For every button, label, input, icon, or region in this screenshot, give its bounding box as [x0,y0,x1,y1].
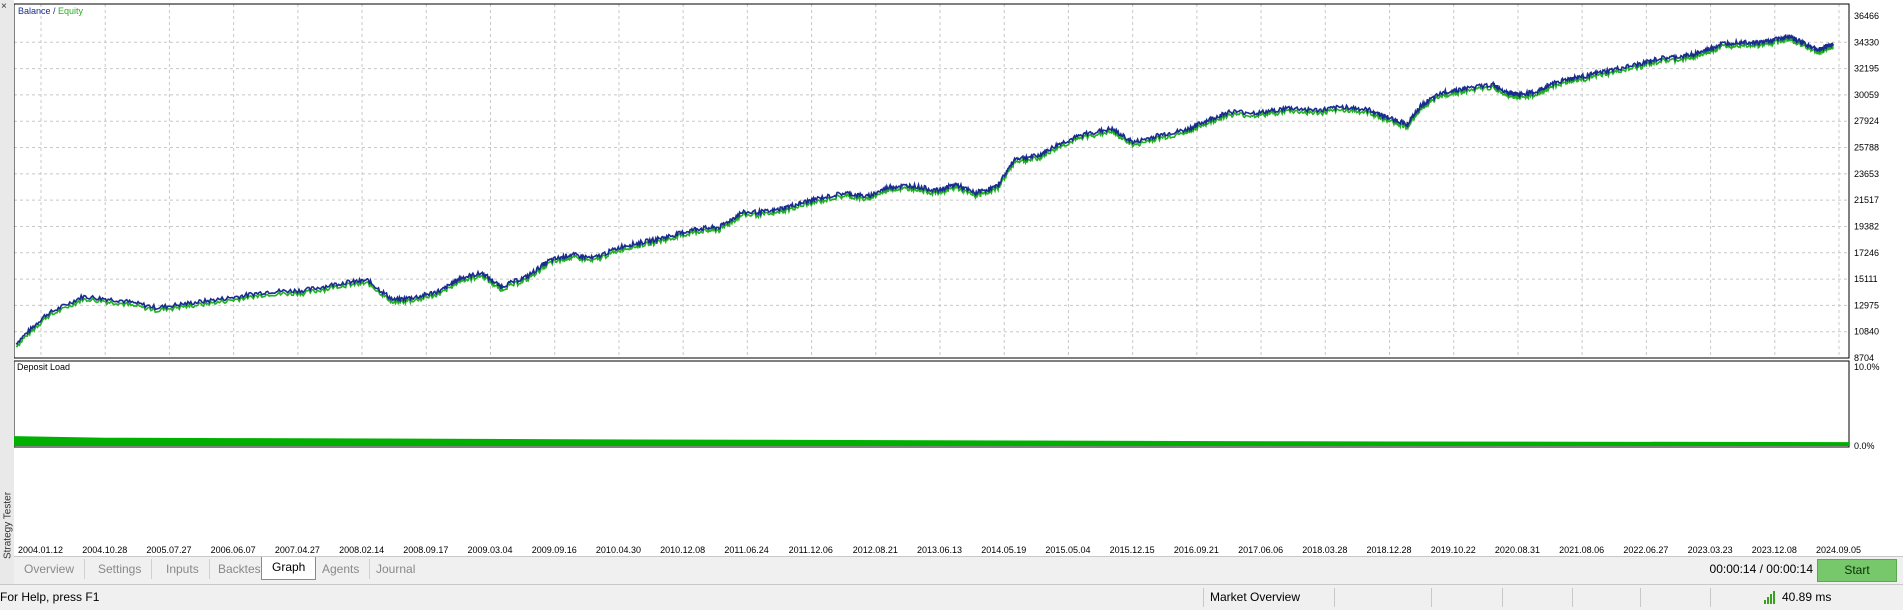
tab-agents[interactable]: Agents [312,559,371,579]
tab-inputs[interactable]: Inputs [156,559,210,579]
close-icon[interactable]: × [1,2,7,12]
x-tick-label: 2008.02.14 [339,545,384,555]
y-tick-label: 30059 [1854,90,1879,100]
x-tick-label: 2009.09.16 [532,545,577,555]
y-tick-label: 15111 [1854,274,1878,284]
x-tick-label: 2019.10.22 [1431,545,1476,555]
x-tick-label: 2014.05.19 [981,545,1026,555]
x-tick-label: 2018.12.28 [1367,545,1412,555]
x-tick-label: 2005.07.27 [146,545,191,555]
tester-tab-bar: Overview Settings Inputs Backtest Graph … [14,556,1903,585]
legend-balance: Balance [18,6,51,16]
y-tick-label: 32195 [1854,64,1879,74]
strategy-tester-label: Strategy Tester [2,491,14,560]
status-divider [1502,588,1503,607]
main-chart-grid [14,4,1849,358]
y-tick-label: 27924 [1854,116,1879,126]
date-axis-labels: 2004.01.12 2004.10.28 2005.07.27 2006.06.07… [18,545,1861,555]
y-tick-label: 10840 [1854,327,1879,337]
market-overview-label[interactable]: Market Overview [1210,590,1300,604]
timer-total: 00:00:14 [1766,562,1813,576]
x-tick-label: 2021.08.06 [1559,545,1604,555]
deposit-load-area [14,436,1849,446]
tab-settings[interactable]: Settings [88,559,153,579]
x-tick-label: 2015.05.04 [1045,545,1090,555]
deposit-axis-labels: 10.0% 0.0% [1854,362,1880,451]
x-tick-label: 2018.03.28 [1302,545,1347,555]
x-tick-label: 2023.03.23 [1688,545,1733,555]
price-axis-labels: 36466 34330 32195 30059 27924 25788 23653 21517… [1854,11,1879,363]
status-divider [1203,588,1204,607]
y-tick-label: 12975 [1854,300,1879,310]
x-tick-label: 2006.06.07 [211,545,256,555]
x-tick-label: 2010.12.08 [660,545,705,555]
x-tick-label: 2017.06.06 [1238,545,1283,555]
x-tick-label: 2012.08.21 [853,545,898,555]
status-divider [1431,588,1432,607]
status-bar: For Help, press F1 Market Overview 40.89… [0,584,1903,610]
start-button[interactable]: Start [1817,559,1897,582]
legend-separator: / [51,6,59,16]
x-tick-label: 2010.04.30 [596,545,641,555]
x-tick-label: 2022.06.27 [1623,545,1668,555]
y-tick-label: 17246 [1854,248,1879,258]
y-tick-label: 25788 [1854,143,1879,153]
main-chart-frame [14,3,1850,359]
x-tick-label: 2015.12.15 [1110,545,1155,555]
y-tick-label: 21517 [1854,195,1879,205]
x-tick-label: 2016.09.21 [1174,545,1219,555]
deposit-tick-label: 10.0% [1854,362,1880,372]
timer-separator: / [1756,562,1767,576]
y-tick-label: 34330 [1854,37,1879,47]
y-tick-label: 19382 [1854,221,1879,231]
tab-journal[interactable]: Journal [366,559,425,579]
strategy-tester-side-panel: × Strategy Tester [0,0,15,584]
deposit-tick-label: 0.0% [1854,441,1875,451]
x-tick-label: 2004.01.12 [18,545,63,555]
test-timer: 00:00:14 / 00:00:14 [1710,562,1813,576]
legend-equity: Equity [58,6,84,16]
x-tick-label: 2023.12.08 [1752,545,1797,555]
deposit-load-title: Deposit Load [17,362,70,372]
status-divider [1572,588,1573,607]
deposit-chart-frame [14,360,1850,448]
x-tick-label: 2013.06.13 [917,545,962,555]
x-tick-label: 2004.10.28 [82,545,127,555]
y-tick-label: 23653 [1854,169,1879,179]
status-divider [1710,588,1711,607]
ping-value: 40.89 ms [1782,590,1832,604]
tab-overview[interactable]: Overview [14,559,86,579]
status-divider [1640,588,1641,607]
tab-graph[interactable]: Graph [261,557,317,580]
x-tick-label: 2011.06.24 [724,545,768,555]
x-tick-label: 2007.04.27 [275,545,320,555]
y-tick-label: 36466 [1854,11,1879,21]
chart-legend: Balance / Equity [18,6,84,16]
status-divider [1334,588,1335,607]
x-tick-label: 2008.09.17 [403,545,448,555]
signal-strength-icon [1764,590,1779,604]
x-tick-label: 2009.03.04 [468,545,513,555]
timer-elapsed: 00:00:14 [1709,562,1757,576]
graph-panel: 36466 34330 32195 30059 27924 25788 23653 21517… [14,0,1903,556]
balance-equity-chart: 36466 34330 32195 30059 27924 25788 23653 21517… [14,3,1880,555]
x-tick-label: 2020.08.31 [1495,545,1540,555]
help-hint: For Help, press F1 [0,590,100,604]
x-tick-label: 2024.09.05 [1816,545,1861,555]
x-tick-label: 2011.12.06 [789,545,833,555]
